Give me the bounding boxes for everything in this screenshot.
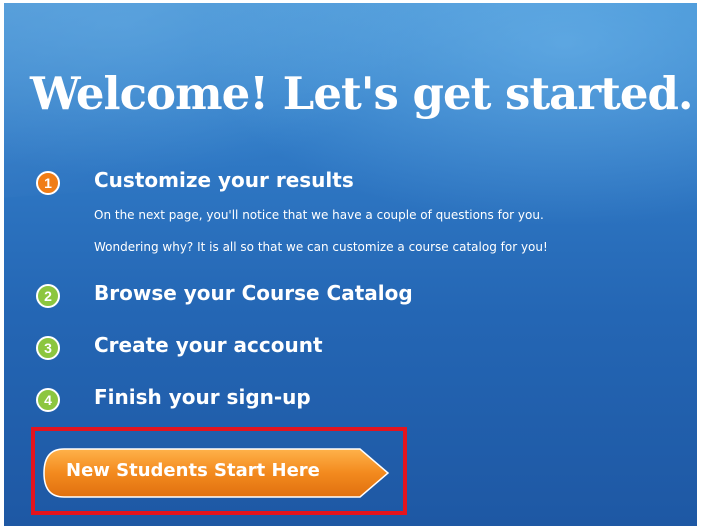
new-students-start-button[interactable]: New Students Start Here	[42, 447, 392, 499]
welcome-panel: Welcome! Let's get started. 1 Customize …	[4, 3, 697, 526]
step-number-3-icon: 3	[36, 336, 60, 360]
step-number-2-icon: 2	[36, 284, 60, 308]
step-description-line: Wondering why? It is all so that we can …	[94, 240, 548, 254]
step-number-1-icon: 1	[36, 171, 60, 195]
step-title: Customize your results	[94, 168, 354, 192]
cta-label: New Students Start Here	[66, 460, 320, 481]
step-number-4-icon: 4	[36, 388, 60, 412]
step-title: Browse your Course Catalog	[94, 281, 413, 305]
step-title: Create your account	[94, 333, 323, 357]
step-title: Finish your sign-up	[94, 385, 311, 409]
page-title: Welcome! Let's get started.	[30, 67, 694, 120]
step-description-line: On the next page, you'll notice that we …	[94, 208, 544, 222]
